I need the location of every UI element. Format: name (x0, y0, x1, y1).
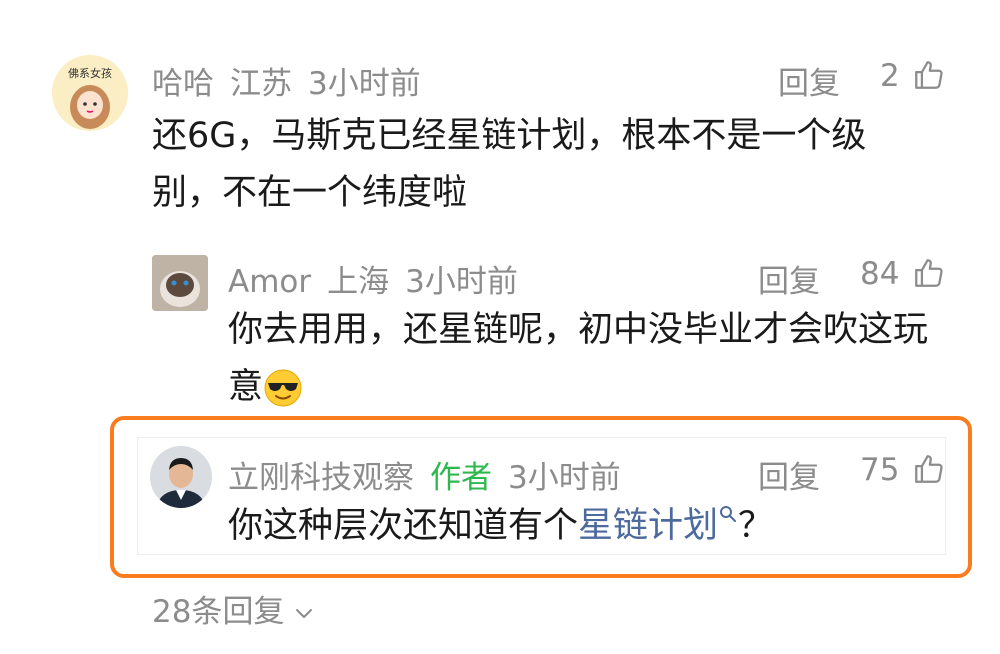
like-count: 84 (860, 256, 900, 292)
search-icon[interactable] (718, 504, 738, 524)
reply-meta: Amor 上海 3小时前 (228, 256, 518, 301)
username[interactable]: 立刚科技观察 (228, 460, 414, 496)
comment-text: 还6G，马斯克已经星链计划，根本不是一个级别，不在一个纬度啦 (152, 116, 867, 213)
avatar-caption: 佛系女孩 (68, 67, 112, 80)
reply-button[interactable]: 回复 (758, 256, 820, 301)
reply-text-body: 你去用用，还星链呢，初中没毕业才会吹这玩意 (228, 310, 929, 407)
like-icon[interactable] (912, 452, 946, 486)
location: 江苏 (230, 66, 292, 102)
avatar[interactable] (150, 446, 212, 508)
like-count: 2 (880, 58, 900, 94)
reply-button[interactable]: 回复 (758, 452, 820, 497)
avatar[interactable] (152, 255, 208, 311)
chevron-down-icon (296, 608, 313, 618)
like-count: 75 (860, 452, 900, 488)
reply-text-prefix: 你这种层次还知道有个 (228, 506, 579, 546)
reply-text-suffix: ？ (738, 506, 774, 546)
timestamp: 3小时前 (508, 460, 621, 496)
like-icon[interactable] (912, 256, 946, 290)
comment-meta: 哈哈 江苏 3小时前 (152, 58, 421, 103)
timestamp: 3小时前 (308, 66, 421, 102)
username[interactable]: Amor (228, 264, 311, 300)
reply-meta: 立刚科技观察 作者 3小时前 (228, 452, 621, 497)
sunglasses-emoji (264, 369, 302, 407)
topic-link[interactable]: 星链计划 (578, 506, 718, 546)
location: 上海 (327, 264, 390, 300)
more-replies-label: 28条回复 (152, 594, 285, 630)
reply-button[interactable]: 回复 (778, 58, 840, 103)
author-badge: 作者 (430, 460, 492, 496)
like-icon[interactable] (912, 58, 946, 92)
username[interactable]: 哈哈 (152, 66, 214, 102)
timestamp: 3小时前 (405, 264, 518, 300)
more-replies-button[interactable]: 28条回复 (152, 586, 314, 631)
reply-text: 你去用用，还星链呢，初中没毕业才会吹这玩意 (228, 302, 948, 416)
avatar[interactable]: 佛系女孩 (52, 55, 128, 131)
reply-text: 你这种层次还知道有个星链计划 ？ (228, 498, 928, 555)
